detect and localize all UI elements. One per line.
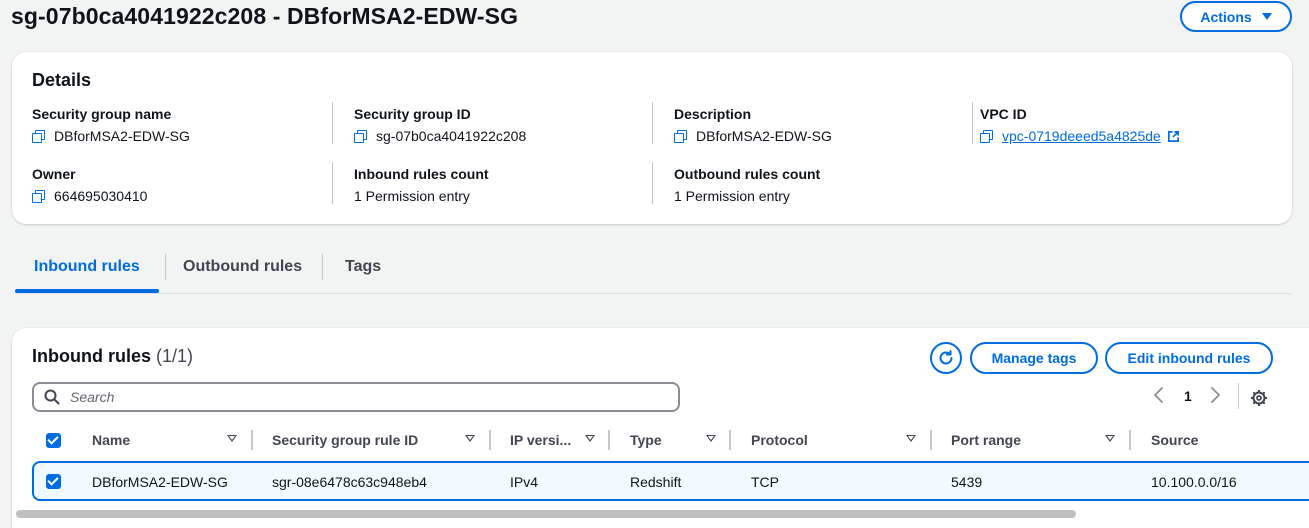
cell-protocol: TCP [751,474,779,490]
page-number[interactable]: 1 [1184,388,1192,404]
field-security-group-name: Security group name DBforMSA2-EDW-SG [32,106,190,144]
sort-caret-icon[interactable] [906,435,916,442]
details-panel: Details Security group name DBforMSA2-ED… [12,52,1292,224]
cell-rule-id: sgr-08e6478c63c948eb4 [272,474,427,490]
cell-type: Redshift [630,474,682,490]
refresh-button[interactable] [930,342,962,374]
cell-source: 10.100.0.0/16 [1151,474,1237,490]
field-security-group-id: Security group ID sg-07b0ca4041922c208 [354,106,526,144]
tab-divider [165,254,166,280]
column-resizer[interactable] [1129,430,1131,450]
copy-icon[interactable] [980,130,993,143]
sort-caret-icon[interactable] [227,435,237,442]
field-value: DBforMSA2-EDW-SG [54,128,190,144]
copy-icon[interactable] [354,130,367,143]
chevron-left-icon[interactable] [1152,386,1166,404]
field-value: 1 Permission entry [354,188,470,204]
column-header-source[interactable]: Source [1151,432,1198,448]
copy-icon[interactable] [32,130,45,143]
column-divider [652,102,653,144]
inbound-rules-count: (1/1) [156,346,194,366]
column-header-protocol[interactable]: Protocol [751,432,808,448]
vpc-id-link[interactable]: vpc-0719deeed5a4825de [1002,128,1161,144]
inbound-rules-panel: Inbound rules (1/1) Manage tags Edit inb… [12,328,1309,528]
column-divider [332,102,333,144]
column-resizer[interactable] [608,430,610,450]
field-description: Description DBforMSA2-EDW-SG [674,106,832,144]
field-value: sg-07b0ca4041922c208 [376,128,527,144]
manage-tags-button[interactable]: Manage tags [970,342,1098,374]
field-label: Security group name [32,106,172,122]
actions-button[interactable]: Actions [1180,1,1292,32]
edit-inbound-rules-button[interactable]: Edit inbound rules [1105,342,1273,374]
sort-caret-icon[interactable] [706,435,716,442]
horizontal-scrollbar[interactable] [16,510,1076,518]
actions-button-label: Actions [1200,8,1252,25]
tab-bar: Inbound rules Outbound rules Tags [15,248,1292,294]
column-resizer[interactable] [489,430,491,450]
field-label: Inbound rules count [354,166,489,182]
inbound-rules-title: Inbound rules [32,346,151,366]
column-header-ip-version[interactable]: IP versi... [510,432,571,448]
field-vpc-id: VPC ID vpc-0719deeed5a4825de [980,106,1180,144]
copy-icon[interactable] [674,130,687,143]
field-outbound-rules-count: Outbound rules count 1 Permission entry [674,166,820,204]
search-field[interactable] [32,382,680,412]
table-header: Name Security group rule ID IP versi... … [32,424,1309,458]
sort-caret-icon[interactable] [585,435,595,442]
cell-name: DBforMSA2-EDW-SG [92,474,228,490]
tab-divider [322,254,323,280]
column-divider [652,162,653,204]
caret-down-icon [1261,13,1272,20]
table-row[interactable]: DBforMSA2-EDW-SG sgr-08e6478c63c948eb4 I… [32,461,1309,501]
column-resizer[interactable] [930,430,932,450]
chevron-right-icon[interactable] [1208,386,1222,404]
inbound-rules-heading: Inbound rules (1/1) [32,346,193,367]
column-header-name[interactable]: Name [92,432,130,448]
active-tab-indicator [15,289,159,293]
sort-caret-icon[interactable] [1105,435,1115,442]
external-link-icon [1167,131,1179,142]
column-divider [972,102,973,144]
tab-inbound-rules[interactable]: Inbound rules [34,258,140,276]
cell-ip-version: IPv4 [510,474,539,490]
field-value: 664695030410 [54,188,148,204]
tab-outbound-rules[interactable]: Outbound rules [183,258,302,276]
field-label: VPC ID [980,106,1027,122]
column-resizer[interactable] [729,430,731,450]
select-all-checkbox[interactable] [46,433,61,448]
field-owner: Owner 664695030410 [32,166,147,204]
field-value: 1 Permission entry [674,188,790,204]
column-divider [332,162,333,204]
cell-port-range: 5439 [951,474,983,490]
field-label: Outbound rules count [674,166,821,182]
column-header-port-range[interactable]: Port range [951,432,1021,448]
search-icon [44,389,60,405]
field-label: Description [674,106,752,122]
column-header-rule-id[interactable]: Security group rule ID [272,432,418,448]
copy-icon[interactable] [32,190,45,203]
tab-tags[interactable]: Tags [345,258,381,276]
field-label: Security group ID [354,106,471,122]
field-label: Owner [32,166,76,182]
column-header-type[interactable]: Type [630,432,662,448]
column-resizer[interactable] [251,430,253,450]
sort-caret-icon[interactable] [465,435,475,442]
pager-divider [1238,383,1239,409]
search-input[interactable] [68,388,648,406]
details-heading: Details [32,70,92,90]
row-checkbox[interactable] [46,474,61,489]
page-title: sg-07b0ca4041922c208 - DBforMSA2-EDW-SG [11,3,519,29]
field-inbound-rules-count: Inbound rules count 1 Permission entry [354,166,489,204]
settings-gear-icon[interactable] [1250,389,1268,407]
field-value: DBforMSA2-EDW-SG [696,128,832,144]
refresh-icon [939,350,953,365]
